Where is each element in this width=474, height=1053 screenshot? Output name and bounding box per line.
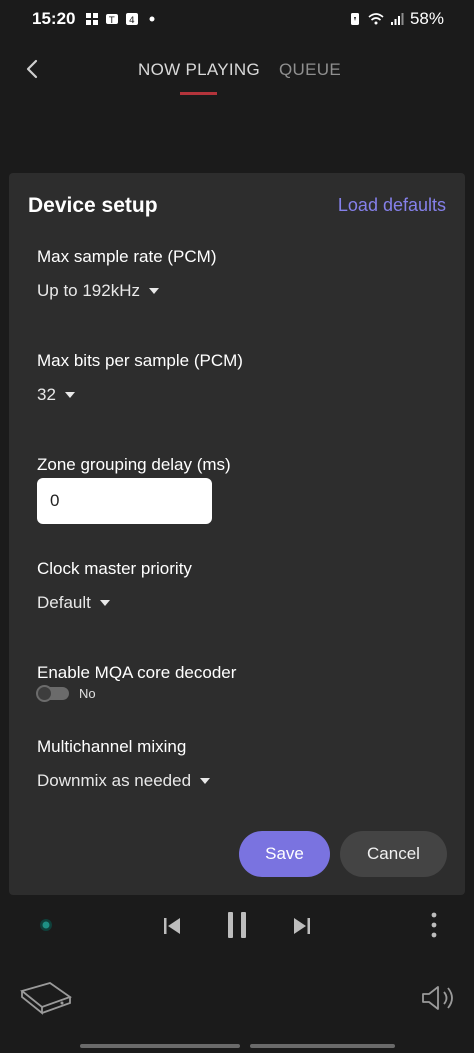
- mqa-label: Enable MQA core decoder: [37, 663, 237, 682]
- dropdown-caret-icon: [99, 600, 110, 606]
- back-arrow-icon[interactable]: [22, 58, 44, 80]
- bottom-bar: [0, 965, 474, 1035]
- status-bar: 15:20 T 4 58%: [0, 0, 474, 38]
- zone-delay-input[interactable]: 0: [37, 478, 212, 524]
- cancel-button[interactable]: Cancel: [340, 831, 447, 877]
- setting-bits-per-sample: Max bits per sample (PCM) 32: [37, 351, 243, 405]
- pause-icon[interactable]: [224, 910, 250, 940]
- load-defaults-link[interactable]: Load defaults: [338, 195, 446, 216]
- zone-delay-label: Zone grouping delay (ms): [37, 455, 231, 474]
- status-left-icons: T 4: [85, 12, 159, 26]
- player-controls: [0, 900, 474, 950]
- sample-rate-select[interactable]: Up to 192kHz: [37, 281, 159, 301]
- setting-sample-rate: Max sample rate (PCM) Up to 192kHz: [37, 247, 216, 301]
- bits-label: Max bits per sample (PCM): [37, 351, 243, 370]
- device-setup-dialog: Device setup Load defaults Max sample ra…: [9, 173, 465, 895]
- setting-mqa: Enable MQA core decoder No: [36, 663, 237, 702]
- nav-pill-right[interactable]: [250, 1044, 395, 1048]
- dropdown-caret-icon: [64, 392, 75, 398]
- status-led-icon: [40, 919, 52, 931]
- zone-device-icon[interactable]: [18, 979, 74, 1015]
- tab-queue[interactable]: QUEUE: [279, 60, 341, 80]
- clock-label: Clock master priority: [37, 559, 192, 578]
- nav-pill-left[interactable]: [80, 1044, 240, 1048]
- setting-zone-delay: Zone grouping delay (ms) 0: [37, 455, 231, 524]
- bits-value: 32: [37, 385, 56, 404]
- clock-select[interactable]: Default: [37, 593, 110, 613]
- clock-value: Default: [37, 593, 91, 612]
- save-button[interactable]: Save: [239, 831, 330, 877]
- tab-now-playing[interactable]: NOW PLAYING: [138, 60, 260, 80]
- status-time: 15:20: [32, 9, 76, 28]
- multichannel-value: Downmix as needed: [37, 771, 192, 790]
- bits-select[interactable]: 32: [37, 385, 75, 405]
- tab-bar: NOW PLAYING QUEUE: [138, 60, 341, 80]
- top-navigation: NOW PLAYING QUEUE: [0, 38, 474, 98]
- mqa-toggle[interactable]: [36, 685, 69, 702]
- teams-icon: T: [106, 14, 119, 26]
- dot-icon: [149, 16, 155, 22]
- dropdown-caret-icon: [200, 778, 211, 784]
- previous-icon[interactable]: [160, 914, 184, 938]
- status-right: 58%: [348, 9, 444, 29]
- wifi-icon: [368, 13, 384, 25]
- dialog-title: Device setup: [28, 194, 158, 217]
- setting-multichannel: Multichannel mixing Downmix as needed: [37, 737, 211, 791]
- more-icon[interactable]: [428, 910, 440, 940]
- setting-clock-master: Clock master priority Default: [37, 559, 192, 613]
- svg-text:4: 4: [129, 16, 135, 26]
- battery-percent: 58%: [409, 9, 444, 28]
- next-icon[interactable]: [290, 914, 314, 938]
- volume-icon[interactable]: [420, 983, 458, 1013]
- dropdown-caret-icon: [149, 288, 159, 294]
- toggle-knob: [36, 685, 53, 702]
- notification-4-icon: 4: [126, 13, 139, 26]
- mqa-toggle-text: No: [79, 686, 96, 701]
- signal-icon: [390, 13, 404, 25]
- svg-text:T: T: [108, 16, 115, 26]
- multichannel-label: Multichannel mixing: [37, 737, 187, 756]
- sample-rate-label: Max sample rate (PCM): [37, 247, 217, 266]
- mqa-toggle-row: No: [36, 685, 236, 702]
- system-nav-bar: [0, 1041, 474, 1053]
- battery-saver-icon: [350, 13, 359, 25]
- active-tab-indicator: [180, 92, 217, 95]
- grid-icon: [86, 13, 99, 25]
- sample-rate-value: Up to 192kHz: [37, 281, 140, 300]
- multichannel-select[interactable]: Downmix as needed: [37, 771, 211, 791]
